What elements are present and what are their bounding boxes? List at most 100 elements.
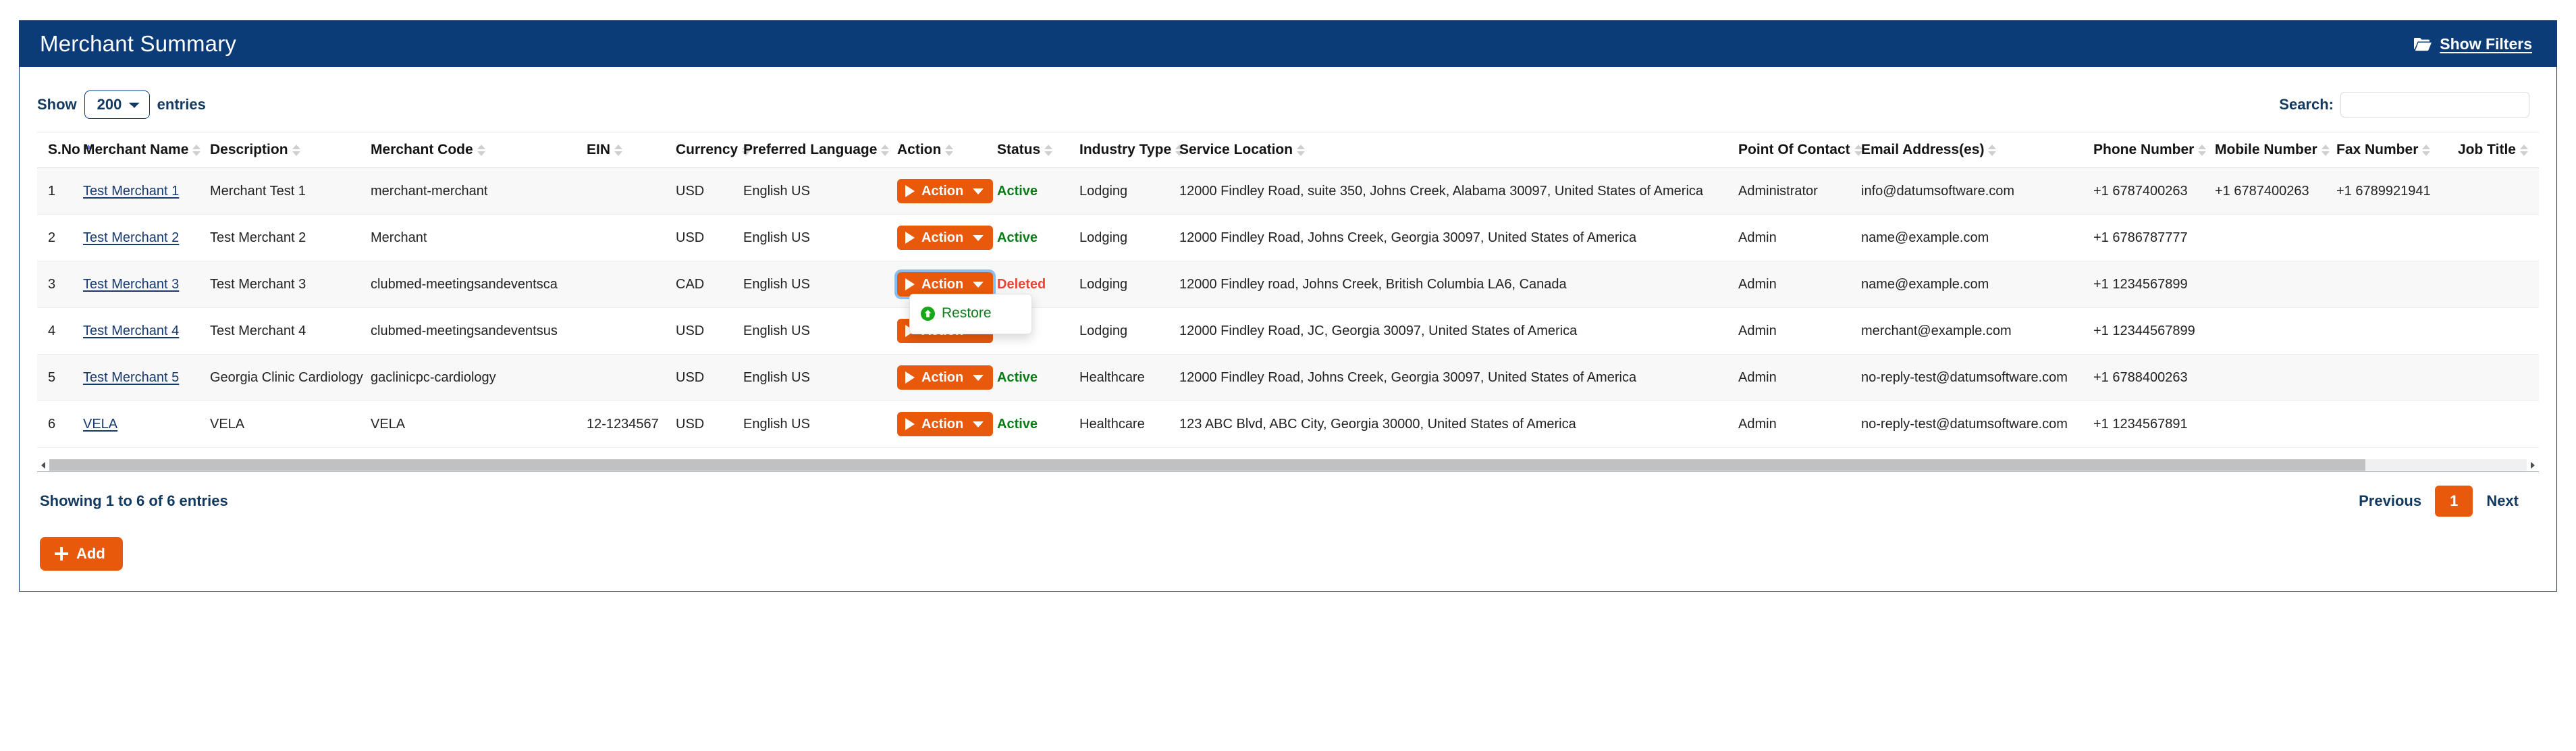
action-button-label: Action <box>921 184 964 199</box>
column-header-job-title[interactable]: Job Title <box>2458 132 2539 168</box>
table-head: S.No Merchant Name Description Merchant Cod… <box>37 132 2539 168</box>
cell-job-title <box>2458 354 2539 401</box>
action-menu-item-restore[interactable]: Restore <box>910 301 1031 326</box>
column-header-service-location[interactable]: Service Location <box>1179 132 1738 168</box>
column-header-preferred-language[interactable]: Preferred Language <box>743 132 897 168</box>
folder-open-icon <box>2414 37 2432 51</box>
action-button-label: Action <box>921 417 964 432</box>
column-header-label: Mobile Number <box>2215 142 2317 157</box>
action-dropdown-button[interactable]: Action <box>897 412 994 436</box>
scrollbar-thumb[interactable] <box>49 459 2366 471</box>
entries-label: entries <box>157 96 206 113</box>
table-row: 4 Test Merchant 4 Test Merchant 4 clubmed-m… <box>37 307 2539 355</box>
cell-merchant-code: Merchant <box>371 214 587 261</box>
play-icon <box>905 232 915 244</box>
column-header-action[interactable]: Action <box>897 132 997 168</box>
sort-both-icon <box>881 144 890 156</box>
table-controls: Show 102550100200 entries Search: <box>37 86 2539 124</box>
cell-job-title <box>2458 167 2539 215</box>
cell-job-title <box>2458 214 2539 261</box>
column-header-label: Email Address(es) <box>1861 142 1985 157</box>
cell-ein <box>587 354 676 401</box>
column-header-merchant-name[interactable]: Merchant Name <box>83 132 210 168</box>
table-row: 6 VELA VELA VELA 12-1234567 USD English US Acti… <box>37 400 2539 448</box>
column-header-merchant-code[interactable]: Merchant Code <box>371 132 587 168</box>
cell-action: Action <box>897 167 997 215</box>
search-control: Search: <box>2279 92 2539 118</box>
cell-industry-type: Lodging <box>1079 167 1179 215</box>
cell-point-of-contact: Administrator <box>1738 167 1861 215</box>
action-dropdown-button[interactable]: Action <box>897 179 994 203</box>
cell-action: Action <box>897 354 997 401</box>
page-title: Merchant Summary <box>40 31 237 56</box>
column-header-label: Merchant Name <box>83 142 189 157</box>
action-dropdown-button[interactable]: Action <box>897 226 994 250</box>
column-header-phone-number[interactable]: Phone Number <box>2093 132 2215 168</box>
column-header-mobile-number[interactable]: Mobile Number <box>2215 132 2336 168</box>
merchant-name-link[interactable]: Test Merchant 3 <box>83 277 179 292</box>
merchant-name-link[interactable]: Test Merchant 5 <box>83 370 179 385</box>
pagination-next[interactable]: Next <box>2475 486 2529 517</box>
merchant-name-link[interactable]: VELA <box>83 417 117 432</box>
column-header-email-address-es[interactable]: Email Address(es) <box>1861 132 2093 168</box>
scroll-left-arrow-icon[interactable] <box>37 459 49 471</box>
column-header-currency[interactable]: Currency <box>676 132 751 168</box>
page-length-select[interactable]: 102550100200 <box>84 90 150 119</box>
cell-point-of-contact: Admin <box>1738 354 1861 401</box>
cell-service-location: 123 ABC Blvd, ABC City, Georgia 30000, U… <box>1179 400 1738 448</box>
chevron-down-icon <box>973 421 984 428</box>
add-button[interactable]: Add <box>40 537 123 571</box>
cell-ein <box>587 261 676 308</box>
table-row: 2 Test Merchant 2 Test Merchant 2 Merchant U… <box>37 214 2539 261</box>
column-header-status[interactable]: Status <box>997 132 1079 168</box>
cell-industry-type: Lodging <box>1079 214 1179 261</box>
action-dropdown-button[interactable]: Action <box>897 272 994 296</box>
merchant-name-link[interactable]: Test Merchant 4 <box>83 323 179 338</box>
cell-job-title <box>2458 307 2539 355</box>
action-button-label: Action <box>921 277 964 292</box>
cell-preferred-language: English US <box>743 167 897 215</box>
cell-service-location: 12000 Findley Road, JC, Georgia 30097, U… <box>1179 307 1738 355</box>
cell-fax <box>2336 261 2458 308</box>
cell-mobile <box>2215 307 2336 355</box>
cell-industry-type: Healthcare <box>1079 354 1179 401</box>
merchant-table: S.No Merchant Name Description Merchant Cod… <box>37 132 2539 448</box>
merchant-name-link[interactable]: Test Merchant 1 <box>83 184 179 199</box>
column-header-industry-type[interactable]: Industry Type <box>1079 132 1184 168</box>
scrollbar-track[interactable] <box>49 459 2527 471</box>
cell-email: info@datumsoftware.com <box>1861 167 2093 215</box>
search-input[interactable] <box>2340 92 2529 118</box>
cell-industry-type: Lodging <box>1079 307 1179 355</box>
column-header-fax-number[interactable]: Fax Number <box>2336 132 2458 168</box>
cell-mobile <box>2215 354 2336 401</box>
merchant-summary-card: Merchant Summary Show Filters Show 10255… <box>19 20 2557 592</box>
column-header-point-of-contact[interactable]: Point Of Contact <box>1738 132 1862 168</box>
cell-mobile <box>2215 400 2336 448</box>
cell-description: Test Merchant 4 <box>210 307 371 355</box>
column-header-s-no[interactable]: S.No <box>37 132 92 168</box>
cell-status: Active <box>997 167 1079 215</box>
play-icon <box>905 418 915 430</box>
merchant-name-link[interactable]: Test Merchant 2 <box>83 230 179 245</box>
table-row: 1 Test Merchant 1 Merchant Test 1 merchant-… <box>37 167 2539 215</box>
showing-entries-info: Showing 1 to 6 of 6 entries <box>40 492 228 509</box>
cell-fax: +1 6789921941 <box>2336 167 2458 215</box>
pagination-page-1[interactable]: 1 <box>2435 486 2473 517</box>
horizontal-scrollbar[interactable] <box>37 459 2539 472</box>
cell-merchant-name: Test Merchant 4 <box>83 307 210 355</box>
card-header: Merchant Summary Show Filters <box>20 21 2556 67</box>
status-badge: Active <box>997 183 1038 199</box>
cell-job-title <box>2458 261 2539 308</box>
action-button-label: Action <box>921 370 964 385</box>
column-header-label: EIN <box>587 142 611 157</box>
pagination-previous[interactable]: Previous <box>2348 486 2432 517</box>
column-header-description[interactable]: Description <box>210 132 371 168</box>
column-header-ein[interactable]: EIN <box>587 132 676 168</box>
show-filters-link[interactable]: Show Filters <box>2414 35 2532 53</box>
show-label: Show <box>37 96 77 113</box>
sort-both-icon <box>292 144 300 156</box>
action-dropdown-button[interactable]: Action <box>897 365 994 390</box>
cell-description: Test Merchant 3 <box>210 261 371 308</box>
search-label: Search: <box>2279 96 2334 113</box>
scroll-right-arrow-icon[interactable] <box>2527 459 2539 471</box>
